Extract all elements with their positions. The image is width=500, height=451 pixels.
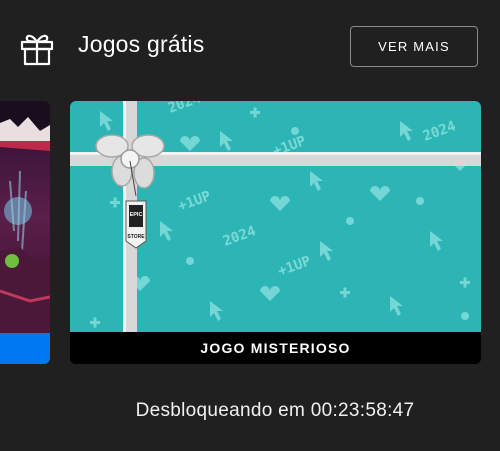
free-games-header: Jogos grátis VER MAIS bbox=[0, 0, 500, 96]
see-more-button[interactable]: VER MAIS bbox=[350, 26, 478, 67]
previous-game-bar bbox=[0, 333, 50, 364]
mystery-game-art: +1UP 2024 +1UP 2024 +1UP 2024 EPIC STORE bbox=[70, 101, 481, 332]
epic-tag-text: EPIC bbox=[130, 212, 143, 218]
gift-icon bbox=[20, 34, 54, 66]
mystery-game-card[interactable]: +1UP 2024 +1UP 2024 +1UP 2024 EPIC STORE bbox=[70, 101, 481, 364]
epic-store-tag: EPIC STORE bbox=[125, 200, 147, 249]
previous-game-art bbox=[0, 101, 50, 333]
section-title: Jogos grátis bbox=[78, 31, 205, 57]
previous-game-card[interactable] bbox=[0, 101, 50, 364]
store-tag-text: STORE bbox=[127, 234, 145, 240]
unlock-countdown: Desbloqueando em 00:23:58:47 bbox=[135, 400, 415, 421]
mystery-game-label: JOGO MISTERIOSO bbox=[70, 332, 481, 364]
